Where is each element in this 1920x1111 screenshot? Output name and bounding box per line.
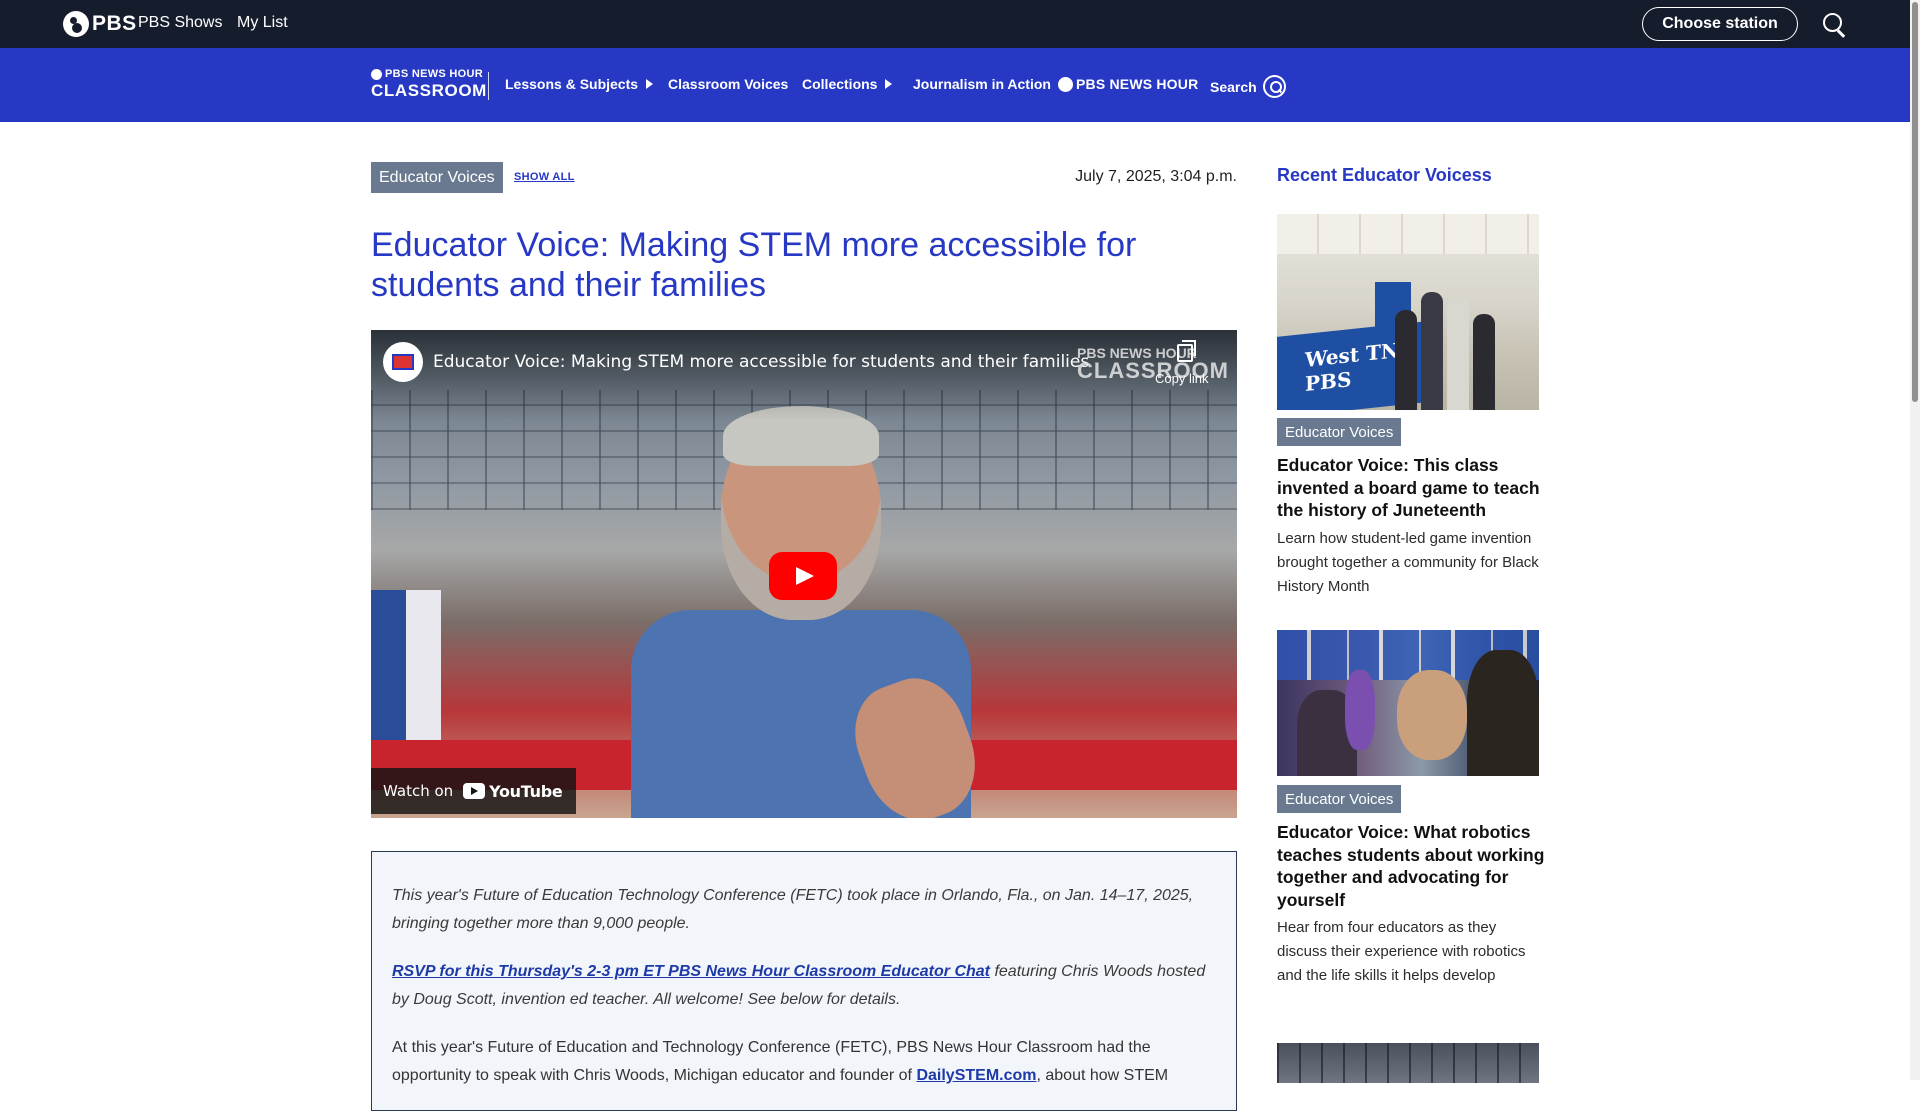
nav-divider	[488, 72, 489, 100]
nav-lessons-subjects[interactable]: Lessons & Subjects	[505, 76, 654, 92]
caret-right-icon	[646, 79, 654, 89]
play-button[interactable]	[769, 552, 837, 600]
card-title[interactable]: Educator Voice: This class invented a bo…	[1277, 454, 1545, 522]
show-all-link[interactable]: SHOW ALL	[514, 171, 575, 183]
rsvp-paragraph: RSVP for this Thursday's 2-3 pm ET PBS N…	[392, 963, 1206, 1008]
youtube-logo: YouTube	[463, 782, 563, 801]
card-image[interactable]: West TN PBS	[1277, 214, 1539, 410]
intro-paragraph: This year's Future of Education Technolo…	[392, 887, 1194, 932]
nav-journalism-in-action[interactable]: Journalism in Action	[913, 76, 1051, 92]
article-body: This year's Future of Education Technolo…	[371, 851, 1237, 1111]
choose-station-button[interactable]: Choose station	[1642, 7, 1798, 41]
pbs-shows-link[interactable]: PBS Shows	[138, 14, 222, 32]
video-player[interactable]: Educator Voice: Making STEM more accessi…	[371, 330, 1237, 818]
pbs-top-bar: PBS PBS Shows My List Choose station	[0, 0, 1910, 48]
card-description: Hear from four educators as they discuss…	[1277, 919, 1526, 984]
body-paragraph: At this year's Future of Education and T…	[392, 1039, 1169, 1084]
rsvp-link[interactable]: RSVP for this Thursday's 2-3 pm ET PBS N…	[392, 963, 990, 980]
nav-collections[interactable]: Collections	[802, 76, 893, 92]
pbs-wordmark: PBS	[92, 12, 137, 35]
channel-avatar[interactable]	[383, 342, 423, 382]
nav-search-button[interactable]: Search	[1210, 75, 1286, 98]
my-list-link[interactable]: My List	[237, 14, 288, 32]
card-tag[interactable]: Educator Voices	[1277, 418, 1402, 446]
card-tag[interactable]: Educator Voices	[1277, 785, 1402, 813]
classroom-nav: PBS NEWS HOUR CLASSROOM Lessons & Subjec…	[0, 48, 1910, 122]
search-icon[interactable]	[1822, 12, 1848, 38]
pbs-head-icon	[63, 11, 89, 37]
presenter-image	[631, 400, 992, 818]
newshour-classroom-logo[interactable]: PBS NEWS HOUR CLASSROOM	[371, 69, 487, 99]
caret-right-icon	[885, 79, 893, 89]
category-tag[interactable]: Educator Voices	[371, 162, 503, 193]
pbs-logo[interactable]: PBS	[63, 11, 137, 37]
publish-date: July 7, 2025, 3:04 p.m.	[1075, 168, 1237, 185]
card-image[interactable]	[1277, 1043, 1539, 1083]
video-title[interactable]: Educator Voice: Making STEM more accessi…	[433, 352, 1089, 372]
scrollbar-thumb[interactable]	[1912, 2, 1918, 402]
article-headline: Educator Voice: Making STEM more accessi…	[371, 226, 1137, 304]
dailystem-link[interactable]: DailySTEM.com	[916, 1067, 1036, 1084]
pbs-head-icon	[371, 69, 382, 80]
pbs-head-icon	[1058, 76, 1073, 92]
nav-classroom-voices[interactable]: Classroom Voices	[668, 76, 788, 92]
youtube-play-icon	[463, 783, 486, 799]
pbs-newshour-logo[interactable]: PBS NEWS HOUR	[1058, 76, 1198, 92]
sidebar-heading: Recent Educator Voicess	[1277, 165, 1492, 185]
card-title[interactable]: Educator Voice: What robotics teaches st…	[1277, 821, 1545, 911]
card-description: Learn how student-led game invention bro…	[1277, 530, 1539, 595]
card-image[interactable]	[1277, 630, 1539, 776]
search-icon	[1262, 75, 1286, 98]
copy-link-label[interactable]: Copy link	[1155, 371, 1208, 386]
watch-on-youtube-button[interactable]: Watch on YouTube	[371, 768, 577, 814]
copy-link-icon[interactable]	[1177, 340, 1196, 362]
